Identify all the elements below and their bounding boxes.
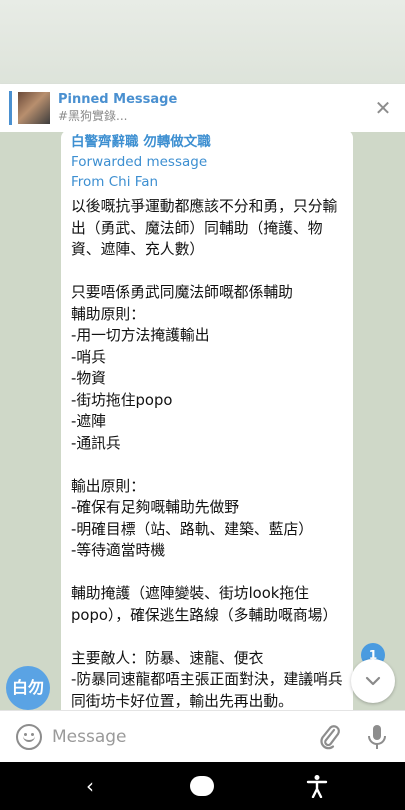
chat-area: 白警齊辭職 勿轉做文職 Forwarded message From Chi F…: [0, 132, 405, 710]
scroll-down-button[interactable]: [351, 659, 395, 703]
system-nav-bar: ‹: [0, 762, 405, 810]
message-text: 以後嘅抗爭運動都應該不分和勇，只分輸出（勇武、魔法師）同輔助（掩護、物資、遮陣、…: [71, 198, 343, 710]
emoji-icon[interactable]: [16, 724, 42, 750]
paperclip-icon[interactable]: [318, 723, 342, 751]
message-composer: [0, 710, 405, 762]
message-input[interactable]: [52, 723, 292, 751]
accessibility-icon[interactable]: [306, 774, 328, 798]
forwarded-from[interactable]: From Chi Fan: [71, 172, 343, 192]
message-header-line: 白警齊辭職 勿轉做文職: [71, 134, 211, 150]
pinned-message-bar[interactable]: Pinned Message #黑狗實錄... ✕: [0, 84, 405, 132]
close-icon[interactable]: ✕: [372, 97, 394, 119]
pinned-title: Pinned Message: [58, 92, 178, 107]
pinned-accent-bar: [9, 91, 12, 125]
home-icon[interactable]: [190, 776, 214, 796]
chevron-down-icon: [365, 676, 381, 686]
microphone-icon[interactable]: [366, 723, 388, 751]
forwarded-label: Forwarded message: [71, 154, 208, 170]
back-icon[interactable]: ‹: [80, 774, 100, 798]
avatar[interactable]: 白勿: [6, 666, 50, 710]
pinned-text-block: Pinned Message #黑狗實錄...: [58, 91, 177, 125]
pinned-subtitle: #黑狗實錄...: [58, 109, 128, 123]
pinned-thumbnail: [18, 92, 50, 124]
top-blurred-area: [0, 0, 405, 84]
message-bubble[interactable]: 白警齊辭職 勿轉做文職 Forwarded message From Chi F…: [61, 132, 353, 710]
